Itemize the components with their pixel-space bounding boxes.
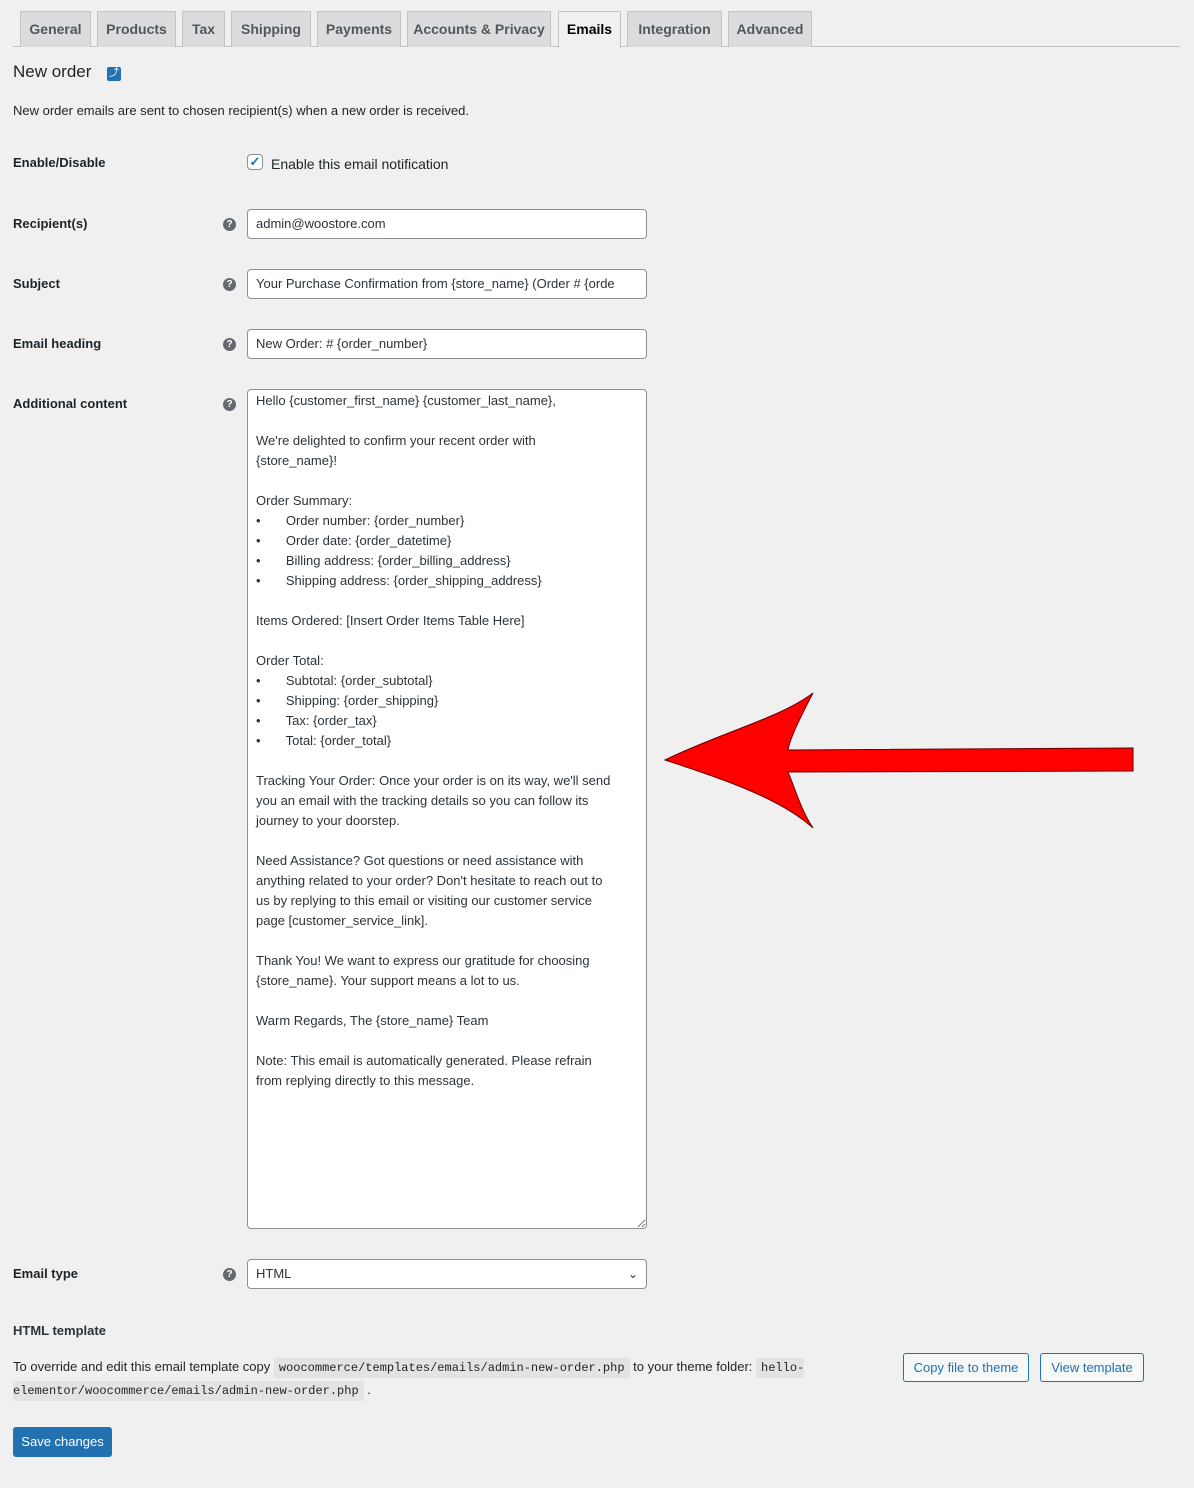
enable-checkbox-label: Enable this email notification [271, 156, 449, 172]
subject-label: Subject [13, 276, 60, 291]
help-icon[interactable]: ? [223, 398, 236, 411]
template-instructions: To override and edit this email template… [13, 1356, 813, 1402]
tab-emails[interactable]: Emails [558, 11, 621, 48]
tab-tax[interactable]: Tax [182, 11, 225, 47]
email-heading-label: Email heading [13, 336, 102, 351]
template-text: To override and edit this email template… [13, 1359, 271, 1374]
additional-content-textarea[interactable]: Hello {customer_first_name} {customer_la… [247, 389, 647, 1229]
subject-input[interactable]: Your Purchase Confirmation from {store_n… [247, 269, 647, 299]
enable-checkbox[interactable]: ✓ [247, 154, 263, 170]
template-text: to your theme folder: [633, 1359, 753, 1374]
email-type-label: Email type [13, 1266, 79, 1281]
tab-integration[interactable]: Integration [627, 11, 722, 47]
settings-tabs: General Products Tax Shipping Payments A… [13, 11, 1180, 48]
help-icon[interactable]: ? [223, 278, 236, 291]
page-description: New order emails are sent to chosen reci… [13, 103, 469, 118]
copy-file-to-theme-button[interactable]: Copy file to theme [903, 1353, 1029, 1382]
tab-accounts-privacy[interactable]: Accounts & Privacy [407, 11, 551, 47]
tab-general[interactable]: General [20, 11, 91, 47]
email-type-select[interactable]: HTML ⌄ [247, 1259, 647, 1289]
recipient-label: Recipient(s) [13, 216, 88, 231]
email-heading-input[interactable]: New Order: # {order_number} [247, 329, 647, 359]
recipient-input[interactable]: admin@woostore.com [247, 209, 647, 239]
enable-label: Enable/Disable [13, 155, 106, 170]
help-icon[interactable]: ? [223, 1268, 236, 1281]
tab-products[interactable]: Products [97, 11, 176, 47]
html-template-heading: HTML template [13, 1323, 106, 1338]
template-text: . [367, 1382, 371, 1397]
tab-payments[interactable]: Payments [317, 11, 401, 47]
red-arrow-annotation [663, 692, 1134, 829]
tab-shipping[interactable]: Shipping [231, 11, 311, 47]
template-source-path: woocommerce/templates/emails/admin-new-o… [273, 1358, 630, 1378]
additional-content-label: Additional content [13, 396, 128, 411]
view-template-button[interactable]: View template [1040, 1353, 1144, 1382]
email-type-value: HTML [256, 1266, 292, 1281]
chevron-down-icon: ⌄ [627, 1267, 638, 1281]
return-link-icon[interactable]: ⤴ [107, 67, 121, 81]
help-icon[interactable]: ? [223, 338, 236, 351]
tab-advanced[interactable]: Advanced [728, 11, 812, 47]
help-icon[interactable]: ? [223, 218, 236, 231]
save-changes-button[interactable]: Save changes [13, 1427, 112, 1457]
page-title: New order [13, 62, 92, 81]
